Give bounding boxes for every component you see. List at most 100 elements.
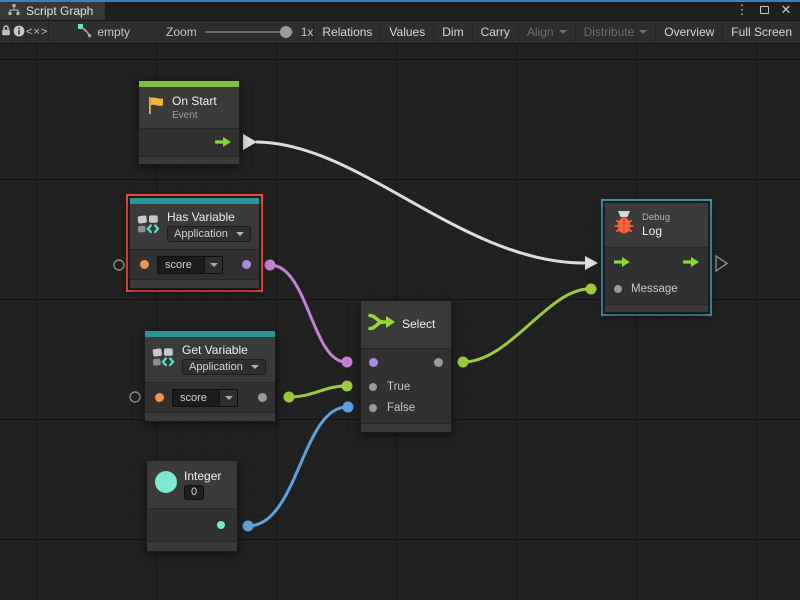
wire-hasvariable-to-select[interactable] xyxy=(270,265,346,362)
lock-button[interactable] xyxy=(0,21,13,43)
overview-button[interactable]: Overview xyxy=(655,21,722,43)
pointer-icon xyxy=(77,23,92,41)
name-input-port[interactable] xyxy=(155,393,164,402)
variable-scope-dropdown[interactable]: Application xyxy=(182,359,266,375)
chevron-down-icon xyxy=(210,263,218,267)
wire-endpoint[interactable] xyxy=(342,357,353,368)
node-footer xyxy=(130,279,259,288)
window-controls: ⋮ ✕ xyxy=(734,0,800,20)
node-get-variable[interactable]: Get Variable Application score xyxy=(144,330,276,422)
value-output-port[interactable] xyxy=(258,393,267,402)
carry-button[interactable]: Carry xyxy=(472,21,518,43)
zoom-value: 1x xyxy=(301,25,314,39)
zoom-control: Zoom 1x xyxy=(166,21,313,43)
message-input-port[interactable] xyxy=(614,285,622,293)
node-title: Log xyxy=(642,225,670,238)
select-icon xyxy=(368,311,396,338)
false-input-port[interactable] xyxy=(369,404,377,412)
name-input-port[interactable] xyxy=(140,260,149,269)
selection-outline-focus: Debug Log Message xyxy=(601,199,712,316)
port-row: score xyxy=(130,250,259,279)
wire-endpoint[interactable] xyxy=(342,381,353,392)
wire-endpoint[interactable] xyxy=(458,357,469,368)
info-button[interactable] xyxy=(13,21,26,43)
node-header: Integer 0 xyxy=(147,461,237,509)
port-row xyxy=(139,129,239,156)
tab-title: Script Graph xyxy=(26,4,93,18)
variable-name-dropdown-button[interactable] xyxy=(220,389,238,407)
wire-select-to-log[interactable] xyxy=(463,289,589,362)
wire-endpoint[interactable] xyxy=(586,284,597,295)
relations-button[interactable]: Relations xyxy=(313,21,380,43)
node-title: Has Variable xyxy=(167,211,251,224)
info-icon xyxy=(13,25,25,40)
unconnected-flow-triangle[interactable] xyxy=(716,256,727,271)
values-button[interactable]: Values xyxy=(380,21,433,43)
node-header: Has Variable Application xyxy=(130,204,259,250)
node-title: On Start xyxy=(172,95,217,108)
node-select[interactable]: Select True False xyxy=(360,300,452,433)
variable-name-dropdown-button[interactable] xyxy=(205,256,223,274)
wire-onstart-to-log[interactable] xyxy=(257,142,584,263)
zoom-slider[interactable] xyxy=(205,31,293,33)
chevron-down-icon xyxy=(225,396,233,400)
align-button: Align xyxy=(518,21,575,43)
chevron-down-icon xyxy=(251,365,259,369)
port-row: score xyxy=(145,383,275,412)
port-row xyxy=(361,349,451,376)
wire-endpoint[interactable] xyxy=(243,521,254,532)
close-icon[interactable]: ✕ xyxy=(778,2,794,18)
wire-endpoint[interactable] xyxy=(284,392,295,403)
scope-value: Application xyxy=(174,228,229,240)
wire-endpoint[interactable] xyxy=(265,260,276,271)
flow-output-port[interactable] xyxy=(215,134,231,152)
unconnected-port-ring[interactable] xyxy=(114,260,124,270)
fullscreen-button[interactable]: Full Screen xyxy=(722,21,800,43)
graph-canvas[interactable]: On Start Event Has Variab xyxy=(0,44,800,600)
result-output-port[interactable] xyxy=(242,260,251,269)
wire-getvariable-to-select[interactable] xyxy=(289,386,346,397)
wire-integer-to-select[interactable] xyxy=(248,407,347,526)
integer-output-port[interactable] xyxy=(217,521,225,529)
node-footer xyxy=(139,156,239,164)
window-accent-line xyxy=(0,0,800,2)
tab-script-graph[interactable]: Script Graph xyxy=(0,2,105,20)
maximize-icon[interactable] xyxy=(756,2,772,18)
variable-name-field[interactable]: score xyxy=(172,389,238,407)
variable-scope-dropdown[interactable]: Application xyxy=(167,226,251,242)
flow-output-port[interactable] xyxy=(683,254,699,272)
false-port-label: False xyxy=(387,402,415,414)
node-title: Get Variable xyxy=(182,344,266,357)
unconnected-port-ring[interactable] xyxy=(130,392,140,402)
integer-value-input[interactable]: 0 xyxy=(184,485,204,500)
node-footer xyxy=(361,423,451,432)
zoom-slider-handle[interactable] xyxy=(280,26,292,38)
flag-icon xyxy=(146,95,166,121)
node-has-variable[interactable]: Has Variable Application score xyxy=(129,197,260,289)
selection-output-port[interactable] xyxy=(434,358,443,367)
menu-icon[interactable]: ⋮ xyxy=(734,2,750,18)
node-on-start[interactable]: On Start Event xyxy=(138,80,240,165)
flow-input-port[interactable] xyxy=(614,254,630,272)
title-bar: Script Graph ⋮ ✕ xyxy=(0,0,800,20)
dim-button[interactable]: Dim xyxy=(433,21,471,43)
port-row: True xyxy=(361,376,451,397)
code-tags-button[interactable]: <×> xyxy=(26,21,49,43)
graph-toolbar: <×> empty Zoom 1x Relations Values Dim C… xyxy=(0,20,800,44)
node-header: Debug Log xyxy=(605,203,708,248)
true-port-label: True xyxy=(387,381,410,393)
node-footer xyxy=(605,304,708,312)
flow-wire-end-arrow[interactable] xyxy=(585,256,598,270)
wire-endpoint[interactable] xyxy=(343,402,354,413)
message-port-label: Message xyxy=(631,283,678,295)
variables-icon xyxy=(137,213,161,240)
toolbar-buttons: Relations Values Dim Carry Align Distrib… xyxy=(313,21,800,43)
node-surtitle: Debug xyxy=(642,213,670,223)
node-debug-log[interactable]: Debug Log Message xyxy=(604,202,709,313)
true-input-port[interactable] xyxy=(369,383,377,391)
node-integer[interactable]: Integer 0 xyxy=(146,460,238,552)
condition-input-port[interactable] xyxy=(369,358,378,367)
variable-name-field[interactable]: score xyxy=(157,256,223,274)
script-graph-window: Script Graph ⋮ ✕ <×> empty xyxy=(0,0,800,600)
flow-wire-start-cap[interactable] xyxy=(243,134,257,150)
